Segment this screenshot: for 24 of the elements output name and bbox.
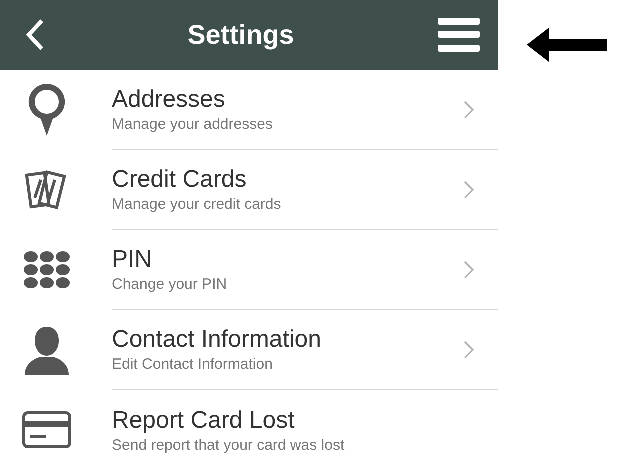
item-subtitle: Manage your addresses — [112, 116, 273, 133]
arrow-left-icon — [526, 28, 606, 62]
settings-item[interactable]: Report Card Lost Send report that your card was lost — [0, 390, 498, 470]
card-icon — [22, 411, 72, 449]
item-subtitle: Manage your credit cards — [112, 196, 282, 213]
item-title: Report Card Lost — [112, 406, 295, 434]
keypad-icon — [24, 251, 70, 289]
map-pin-icon — [27, 82, 67, 138]
person-icon — [23, 325, 71, 375]
item-subtitle: Edit Contact Information — [112, 356, 273, 373]
item-subtitle: Send report that your card was lost — [112, 436, 345, 454]
screen-title: Settings — [188, 20, 294, 50]
item-title: Credit Cards — [112, 166, 247, 194]
settings-item[interactable]: Addresses Manage your addresses — [0, 70, 498, 150]
item-title: Contact Information — [112, 326, 322, 354]
menu-icon[interactable] — [438, 18, 480, 52]
item-subtitle: Change your PIN — [112, 276, 228, 293]
credit-cards-icon — [25, 168, 69, 212]
back-icon[interactable] — [26, 19, 44, 51]
settings-item[interactable]: Contact Information Edit Contact Information — [0, 310, 498, 390]
settings-item[interactable]: PIN Change your PIN — [0, 230, 498, 310]
item-title: Addresses — [112, 86, 226, 114]
settings-item[interactable]: Credit Cards Manage your credit cards — [0, 150, 498, 230]
item-title: PIN — [112, 246, 152, 274]
